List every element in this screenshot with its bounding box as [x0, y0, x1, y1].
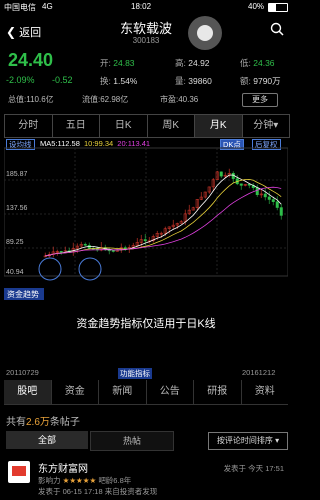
tab-news[interactable]: 新闻 [99, 380, 147, 404]
post-item[interactable]: 东方财富网 影响力 ★★★★★ 吧龄6.8年 发表于 06-15 17:18 来… [0, 455, 292, 500]
search-icon[interactable] [270, 22, 284, 39]
battery-icon [268, 3, 288, 12]
nav-bar: ❮ 返回 东软载波 300183 [0, 14, 292, 50]
amount-value: 9790万 [253, 76, 281, 86]
capital-trend-label: 资金趋势 [7, 289, 39, 299]
y-tick-1: 185.87 [6, 171, 28, 178]
y-tick-2: 137.56 [6, 205, 28, 212]
chevron-down-icon: ▾ [272, 436, 280, 445]
candle-body [267, 196, 271, 200]
candle-body [263, 193, 267, 198]
candle-body [143, 239, 147, 242]
info-tabs: 股吧 资金 新闻 公告 研报 资料 [4, 380, 288, 405]
capital-banner-text: 资金趋势指标仅适用于日K线 [76, 318, 216, 330]
tab-research[interactable]: 研报 [194, 380, 242, 404]
assistive-touch-button[interactable] [188, 16, 222, 50]
chevron-down-icon: ▾ [273, 120, 279, 131]
tab-capital[interactable]: 资金 [52, 380, 99, 404]
ma20-line [45, 186, 282, 257]
ma5-line [45, 174, 282, 257]
tab-announcements[interactable]: 公告 [147, 380, 194, 404]
post-count-value: 2.6万 [26, 417, 50, 428]
candle-body [275, 201, 279, 208]
tab-daily-k[interactable]: 日K [100, 115, 148, 137]
candle-body [219, 171, 223, 177]
carrier-label: 中国电信 [4, 3, 36, 12]
change-pct: -2.09% [6, 75, 35, 85]
turnover-field: 换: 1.54% [100, 76, 138, 86]
battery-label: 40% [248, 2, 265, 11]
sort-dropdown[interactable]: 按评论时间排序 ▾ [208, 432, 288, 450]
float-cap-field: 流值:62.98亿 [82, 95, 129, 104]
candle-body [247, 183, 251, 186]
tab-profile[interactable]: 资料 [242, 380, 289, 404]
candle-body [279, 207, 283, 216]
float-cap-value: 62.98亿 [100, 95, 129, 104]
candle-body [111, 250, 115, 252]
turnover-value: 1.54% [113, 76, 138, 86]
post-count: 共有2.6万条帖子 [6, 417, 80, 428]
signal-circle-2 [78, 257, 102, 281]
current-price: 24.40 [8, 50, 54, 70]
status-bar: 中国电信 4G 18:02 40% [0, 0, 292, 14]
filter-hot-button[interactable]: 热帖 [90, 431, 174, 451]
high-value: 24.92 [188, 58, 210, 68]
function-indicator[interactable]: 功能指标 [118, 368, 152, 379]
y-tick-3: 89.25 [6, 239, 24, 246]
volume-field: 量: 39860 [175, 76, 212, 86]
candle-body [271, 199, 275, 202]
network-label: 4G [42, 2, 53, 11]
kline-chart[interactable]: 185.87 137.56 89.25 40.94 资金趋势 [4, 138, 288, 306]
volume-value: 39860 [188, 76, 212, 86]
open-field: 开: 24.83 [100, 58, 135, 68]
low-value: 24.36 [253, 58, 275, 68]
tab-monthly-k[interactable]: 月K [195, 115, 243, 137]
y-tick-4: 40.94 [6, 269, 24, 276]
end-date: 20161212 [242, 368, 276, 377]
signal-circle-1 [38, 257, 62, 281]
amount-field: 额: 9790万 [240, 76, 281, 86]
candle-body [123, 247, 127, 250]
candle-body [255, 187, 259, 195]
tab-guba[interactable]: 股吧 [4, 380, 52, 404]
candle-body [239, 183, 243, 186]
candle-body [59, 251, 63, 253]
change-value: -0.52 [52, 75, 73, 85]
pe-field: 市盈:40.36 [160, 95, 199, 104]
open-value: 24.83 [113, 58, 135, 68]
influence-stars: ★★★★★ [62, 476, 97, 485]
more-button[interactable]: 更多 [242, 93, 278, 107]
age-label: 吧龄6.8年 [98, 476, 132, 485]
tab-intraday[interactable]: 分时 [5, 115, 53, 137]
clock: 18:02 [131, 2, 152, 11]
market-cap-field: 总值:110.6亿 [8, 95, 54, 104]
start-date: 20110729 [6, 368, 39, 377]
high-field: 高: 24.92 [175, 58, 210, 68]
avatar [8, 461, 30, 483]
market-cap-value: 110.6亿 [26, 95, 54, 104]
filter-all-button[interactable]: 全部 [6, 431, 88, 449]
tab-five-day[interactable]: 五日 [53, 115, 100, 137]
tab-weekly-k[interactable]: 周K [148, 115, 195, 137]
low-field: 低: 24.36 [240, 58, 275, 68]
post-time: 发表于 今天 17:51 [223, 464, 284, 473]
stock-code: 300183 [132, 36, 160, 45]
post-meta: 影响力 ★★★★★ 吧龄6.8年 [38, 476, 132, 485]
page-title: 东软载波 [119, 21, 172, 36]
tab-minute[interactable]: 分钟▾ [243, 115, 290, 137]
candle-body [83, 243, 87, 246]
period-tabs: 分时 五日 日K 周K 月K 分钟▾ [4, 114, 290, 138]
pe-value: 40.36 [178, 95, 199, 104]
post-author: 东方财富网 [38, 464, 88, 475]
post-sent: 发表于 06-15 17:18 来自投资者发现 [38, 487, 158, 496]
